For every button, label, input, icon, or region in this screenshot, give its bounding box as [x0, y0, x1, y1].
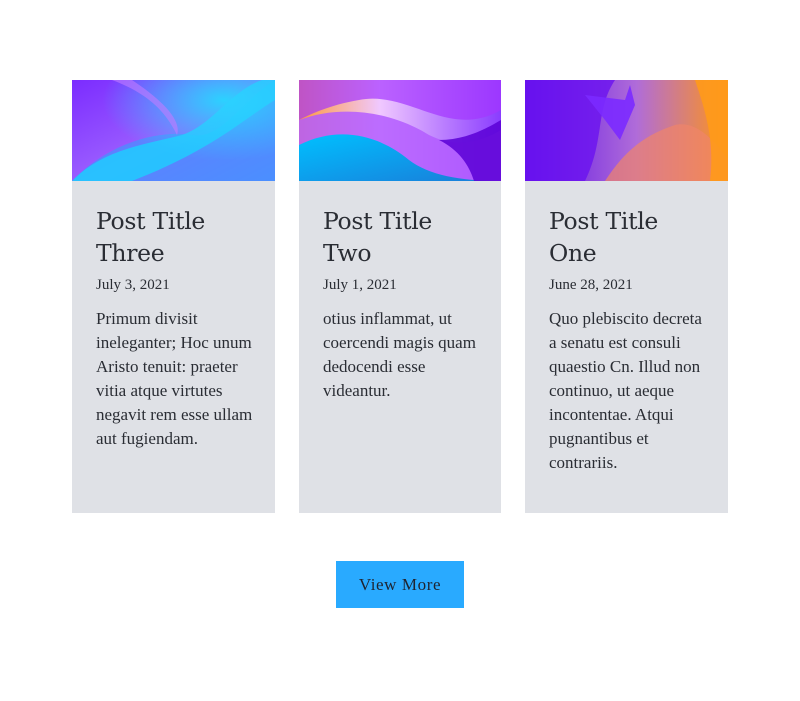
post-date: June 28, 2021 [549, 277, 633, 293]
post-title[interactable]: Post Title One [549, 205, 708, 269]
post-date: July 1, 2021 [323, 277, 397, 293]
post-thumbnail[interactable] [299, 80, 501, 181]
post-card[interactable]: Post Title Three July 3, 2021 Primum div… [72, 80, 275, 513]
view-more-button[interactable]: View More [336, 561, 464, 608]
post-thumbnail[interactable] [72, 80, 275, 181]
post-title[interactable]: Post Title Two [323, 205, 481, 269]
post-card[interactable]: Post Title One June 28, 2021 Quo plebisc… [525, 80, 728, 513]
post-excerpt: Quo plebiscito decreta a senatu est cons… [549, 309, 702, 472]
post-title[interactable]: Post Title Three [96, 205, 255, 269]
post-date: July 3, 2021 [96, 277, 170, 293]
post-thumbnail[interactable] [525, 80, 728, 181]
post-grid: Post Title Three July 3, 2021 Primum div… [72, 80, 728, 513]
post-excerpt: otius inflammat, ut coercendi magis quam… [323, 309, 476, 400]
post-excerpt: Primum divisit ineleganter; Hoc unum Ari… [96, 309, 253, 448]
post-card[interactable]: Post Title Two July 1, 2021 otius inflam… [299, 80, 501, 513]
